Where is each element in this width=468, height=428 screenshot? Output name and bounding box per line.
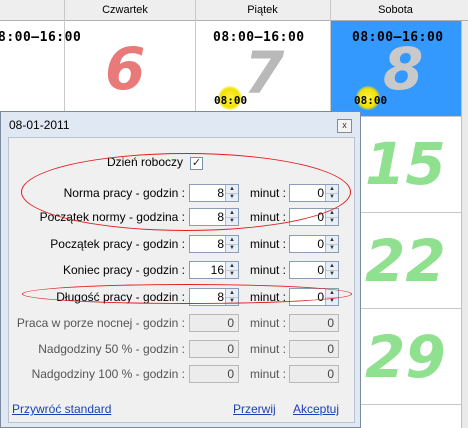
overtime-100-label: Nadgodziny 100 % - godzin : [31, 367, 185, 381]
overtime-100-hours-field: 0 [189, 365, 239, 383]
overtime-100-minutes-field: 0 [289, 365, 339, 383]
saturday-sun-time: 08:00 [354, 94, 388, 107]
down-arrow-icon[interactable]: ▼ [326, 244, 338, 252]
work-start-minutes-spinner[interactable]: 0 ▲ ▼ [289, 235, 339, 253]
overtime-100-minutes-value: 0 [327, 367, 334, 381]
thursday-day-number[interactable]: 6 [105, 40, 145, 98]
night-work-label: Praca w porze nocnej - godzin : [16, 316, 185, 330]
down-arrow-icon[interactable]: ▼ [326, 297, 338, 305]
down-arrow-icon[interactable]: ▼ [226, 297, 238, 305]
norm-start-hours-spinner[interactable]: 8 ▲ ▼ [189, 208, 239, 226]
work-start-minutes-value: 0 [317, 237, 324, 251]
saturday-day-number[interactable]: 8 [383, 40, 423, 98]
vertical-scrollbar[interactable] [461, 21, 468, 428]
work-end-label: Koniec pracy - godzin : [62, 263, 185, 277]
friday-day-number[interactable]: 7 [244, 44, 284, 102]
dialog-body: Dzień roboczy ✓ Norma pracy - godzin : 8… [8, 137, 355, 423]
work-end-hours-value: 16 [210, 263, 224, 277]
overtime-50-hours-value: 0 [227, 342, 234, 356]
down-arrow-icon[interactable]: ▼ [226, 244, 238, 252]
header-friday: Piątek [247, 4, 278, 16]
day-settings-dialog: 08-01-2011 x Dzień roboczy ✓ Norma pracy… [0, 111, 361, 428]
restore-default-link[interactable]: Przywróć standard [12, 402, 111, 416]
work-start-hours-spinner[interactable]: 8 ▲ ▼ [189, 235, 239, 253]
minutes-label: minut : [250, 342, 287, 356]
work-duration-minutes-spinner[interactable]: 0 ▲ ▼ [289, 288, 339, 306]
overtime-100-hours-value: 0 [227, 367, 234, 381]
header-saturday: Sobota [378, 4, 413, 16]
header-thursday: Czwartek [102, 4, 148, 16]
saturday-day-number-22[interactable]: 22 [365, 232, 446, 290]
work-duration-hours-spinner[interactable]: 8 ▲ ▼ [189, 288, 239, 306]
saturday-day-number-29[interactable]: 29 [365, 328, 446, 386]
minutes-label: minut : [250, 367, 287, 381]
workday-checkbox[interactable]: ✓ [190, 157, 203, 170]
minutes-label: minut : [250, 210, 287, 224]
night-work-minutes-field: 0 [289, 314, 339, 332]
overtime-50-label: Nadgodziny 50 % - godzin : [38, 342, 185, 356]
norm-hours-spinner[interactable]: 8 ▲ ▼ [189, 184, 239, 202]
work-duration-label: Długość pracy - godzin : [56, 290, 185, 304]
norm-start-minutes-value: 0 [317, 210, 324, 224]
overtime-50-minutes-field: 0 [289, 340, 339, 358]
dialog-title: 08-01-2011 [9, 118, 70, 132]
friday-sun-time: 08:00 [214, 94, 248, 107]
minutes-label: minut : [250, 186, 287, 200]
saturday-day-number-15[interactable]: 15 [365, 135, 446, 193]
down-arrow-icon[interactable]: ▼ [326, 270, 338, 278]
night-work-hours-value: 0 [227, 316, 234, 330]
work-duration-minutes-value: 0 [317, 290, 324, 304]
work-start-label: Początek pracy - godzin : [50, 237, 185, 251]
night-work-hours-field: 0 [189, 314, 239, 332]
accept-link[interactable]: Akceptuj [293, 402, 339, 416]
norm-minutes-spinner[interactable]: 0 ▲ ▼ [289, 184, 339, 202]
overtime-50-minutes-value: 0 [327, 342, 334, 356]
minutes-label: minut : [250, 316, 287, 330]
close-icon[interactable]: x [337, 119, 352, 133]
overtime-50-hours-field: 0 [189, 340, 239, 358]
minutes-label: minut : [250, 237, 287, 251]
work-end-hours-spinner[interactable]: 16 ▲ ▼ [189, 261, 239, 279]
norm-start-label: Początek normy - godzina : [39, 210, 185, 224]
norm-start-minutes-spinner[interactable]: 0 ▲ ▼ [289, 208, 339, 226]
norm-minutes-value: 0 [317, 186, 324, 200]
work-start-hours-value: 8 [217, 237, 224, 251]
norm-start-hours-value: 8 [217, 210, 224, 224]
cancel-link[interactable]: Przerwij [233, 402, 276, 416]
night-work-minutes-value: 0 [327, 316, 334, 330]
work-end-minutes-value: 0 [317, 263, 324, 277]
norm-hours-value: 8 [217, 186, 224, 200]
minutes-label: minut : [250, 290, 287, 304]
norm-hours-label: Norma pracy - godzin : [63, 186, 185, 200]
work-end-minutes-spinner[interactable]: 0 ▲ ▼ [289, 261, 339, 279]
minutes-label: minut : [250, 263, 287, 277]
thursday-hours: 8:00–16:00 [0, 30, 82, 45]
down-arrow-icon[interactable]: ▼ [326, 217, 338, 225]
down-arrow-icon[interactable]: ▼ [326, 193, 338, 201]
workday-label: Dzień roboczy [106, 155, 183, 169]
down-arrow-icon[interactable]: ▼ [226, 193, 238, 201]
down-arrow-icon[interactable]: ▼ [226, 270, 238, 278]
work-duration-hours-value: 8 [217, 290, 224, 304]
down-arrow-icon[interactable]: ▼ [226, 217, 238, 225]
